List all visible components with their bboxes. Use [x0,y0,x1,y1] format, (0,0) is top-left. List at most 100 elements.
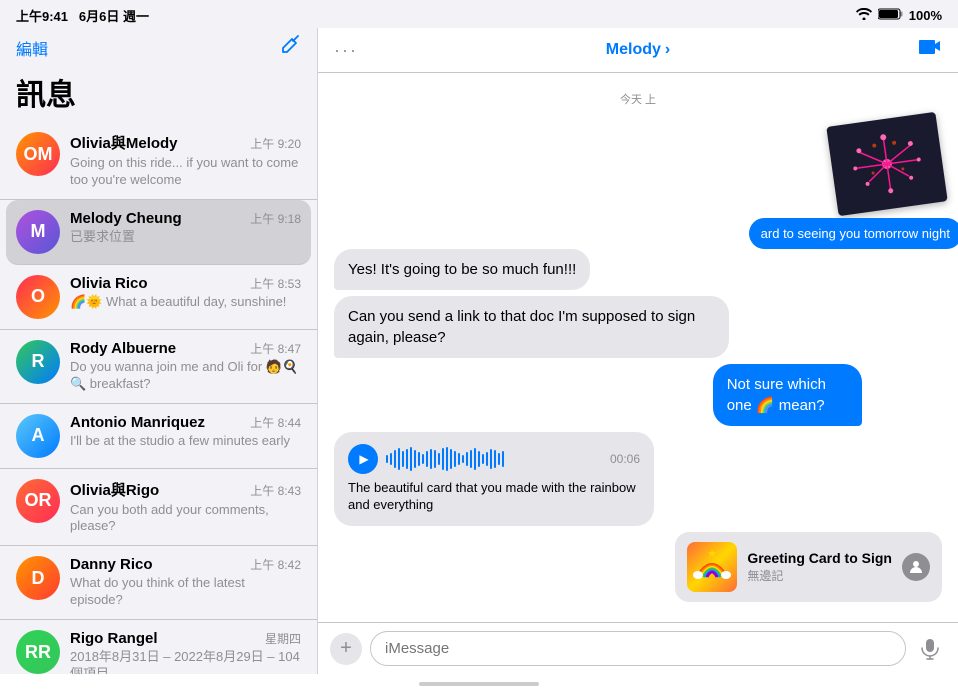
conversation-content: Danny Rico 上午 8:42 What do you think of … [70,556,301,609]
conversation-time: 上午 9:20 [250,135,301,152]
contact-name[interactable]: Melody › [606,41,670,59]
waveform-bar [498,453,500,465]
bubble-notsure: Not sure which one 🌈 mean? [713,364,862,426]
waveform-bar [390,453,392,465]
home-indicator [0,674,958,694]
avatar: D [16,556,60,600]
microphone-button[interactable] [914,633,946,665]
conversation-top: Danny Rico 上午 8:42 [70,556,301,573]
audio-bubble: ▶ 00:06 The beautiful card that you made… [334,432,654,526]
battery-icon [878,8,903,23]
waveform-bar [406,449,408,469]
photo-sticker-image [826,112,947,216]
greeting-card-bubble: Greeting Card to Sign 無邊記 [675,532,942,602]
conversation-top: Rigo Rangel 星期四 [70,630,301,647]
conversation-list[interactable]: OM Olivia與Melody 上午 9:20 Going on this r… [0,122,317,674]
greeting-card-info: Greeting Card to Sign 無邊記 [747,550,892,584]
greeting-card-title: Greeting Card to Sign [747,550,892,567]
audio-duration: 00:06 [610,452,640,466]
waveform-bar [414,450,416,468]
add-attachment-button[interactable]: + [330,633,362,665]
wifi-icon [856,8,872,23]
audio-controls: ▶ 00:06 [348,444,640,474]
waveform-bar [482,454,484,464]
greeting-card-thumbnail [687,542,737,592]
edit-button[interactable]: 編輯 [16,36,48,60]
conversation-top: Olivia與Rigo 上午 8:43 [70,479,301,500]
conversation-top: Olivia Rico 上午 8:53 [70,275,301,292]
conversation-name: Melody Cheung [70,210,182,227]
avatar: M [16,210,60,254]
conversation-item[interactable]: OR Olivia與Rigo 上午 8:43 Can you both add … [0,469,317,547]
conversation-name: Rigo Rangel [70,630,158,647]
conversation-name: Antonio Manriquez [70,414,205,431]
waveform-bar [442,448,444,470]
conversation-preview: 已要求位置 [70,229,301,246]
status-icons: 100% [856,8,942,23]
conversation-content: Antonio Manriquez 上午 8:44 I'll be at the… [70,414,301,450]
play-button[interactable]: ▶ [348,444,378,474]
conversation-name: Olivia Rico [70,275,148,292]
waveform-bar [410,447,412,471]
bubble-wrapper: Not sure which one 🌈 mean? [713,364,942,426]
avatar: O [16,275,60,319]
conversation-name: Rody Albuerne [70,340,176,357]
waveform-bar [422,454,424,464]
avatar: A [16,414,60,458]
conversation-time: 上午 8:42 [250,556,301,573]
conversation-top: Rody Albuerne 上午 8:47 [70,340,301,357]
avatar: RR [16,630,60,674]
message-row: Can you send a link to that doc I'm supp… [334,296,942,358]
waveform-bar [474,448,476,470]
status-time: 上午9:41 [16,9,68,24]
conversation-preview: 2018年8月31日 – 2022年8月29日 – 104個項目 [70,649,301,674]
date-label: 今天 上 [334,91,942,107]
conversation-name: Danny Rico [70,556,153,573]
conversation-preview: What do you think of the latest episode? [70,575,301,609]
partial-bubble: ard to seeing you tomorrow night [749,218,958,249]
play-icon: ▶ [359,452,368,466]
conversation-preview: Can you both add your comments, please? [70,502,301,536]
conversation-preview: Going on this ride... if you want to com… [70,155,301,189]
waveform-bar [398,448,400,470]
sidebar-title: 訊息 [0,66,317,122]
waveform-bar [438,453,440,465]
battery-percent: 100% [909,8,942,23]
waveform-bar [486,452,488,466]
waveform-bar [426,451,428,467]
conversation-item[interactable]: OM Olivia與Melody 上午 9:20 Going on this r… [0,122,317,200]
video-call-button[interactable] [918,38,942,62]
conversation-top: Olivia與Melody 上午 9:20 [70,132,301,153]
avatar: R [16,340,60,384]
conversation-item[interactable]: M Melody Cheung 上午 9:18 已要求位置 [6,200,311,265]
home-bar [419,682,539,686]
waveform-bar [462,455,464,463]
conversation-content: Olivia與Melody 上午 9:20 Going on this ride… [70,132,301,189]
conversation-top: Melody Cheung 上午 9:18 [70,210,301,227]
waveform-bar [490,449,492,469]
waveform-bar [494,450,496,468]
audio-message-row: ▶ 00:06 The beautiful card that you made… [334,432,942,526]
chat-input-bar: + [318,622,958,674]
conversation-item[interactable]: O Olivia Rico 上午 8:53 🌈🌞 What a beautifu… [0,265,317,330]
conversation-item[interactable]: A Antonio Manriquez 上午 8:44 I'll be at t… [0,404,317,469]
waveform-bar [502,451,504,467]
conversation-name: Olivia與Rigo [70,479,159,500]
message-input[interactable] [370,631,906,666]
conversation-item[interactable]: R Rody Albuerne 上午 8:47 Do you wanna joi… [0,330,317,404]
conversation-item[interactable]: D Danny Rico 上午 8:42 What do you think o… [0,546,317,620]
compose-button[interactable] [279,34,301,62]
conversation-preview: I'll be at the studio a few minutes earl… [70,433,301,450]
chat-messages: 今天 上 [318,73,958,622]
waveform-bar [394,450,396,468]
conversation-item[interactable]: RR Rigo Rangel 星期四 2018年8月31日 – 2022年8月2… [0,620,317,674]
chat-area: ··· Melody › 今天 上 [318,28,958,674]
waveform-bar [466,452,468,466]
waveform-bar [454,451,456,467]
location-notice: 今天 上午9:09 ↗ 你開始與Melody Cheung 分享位置。 [334,614,942,622]
header-dots: ··· [334,40,358,61]
message-row: Yes! It's going to be so much fun!!! [334,249,942,290]
avatar: OM [16,132,60,176]
main-container: 編輯 訊息 OM Olivia與Melody 上午 9:20 Going on … [0,28,958,674]
status-time-date: 上午9:41 6月6日 週一 [16,6,149,25]
